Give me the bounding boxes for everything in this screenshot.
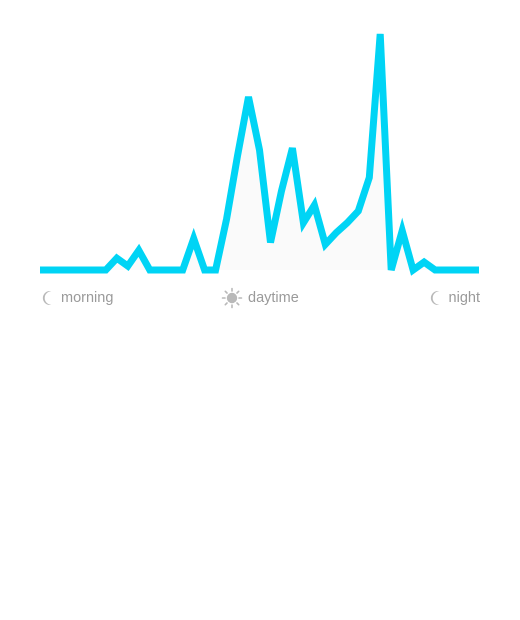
- moon-icon: [40, 289, 56, 307]
- daytime-label-group: daytime: [221, 285, 299, 311]
- night-label: night: [448, 290, 480, 306]
- activity-chart: [40, 33, 479, 276]
- morning-label-group: morning: [40, 285, 113, 311]
- night-label-group: night: [428, 285, 480, 311]
- moon-icon: [428, 289, 444, 307]
- time-of-day-labels: morning daytime night: [40, 285, 480, 311]
- sun-icon: [221, 287, 243, 309]
- morning-label: morning: [61, 290, 114, 306]
- daytime-label: daytime: [248, 290, 299, 306]
